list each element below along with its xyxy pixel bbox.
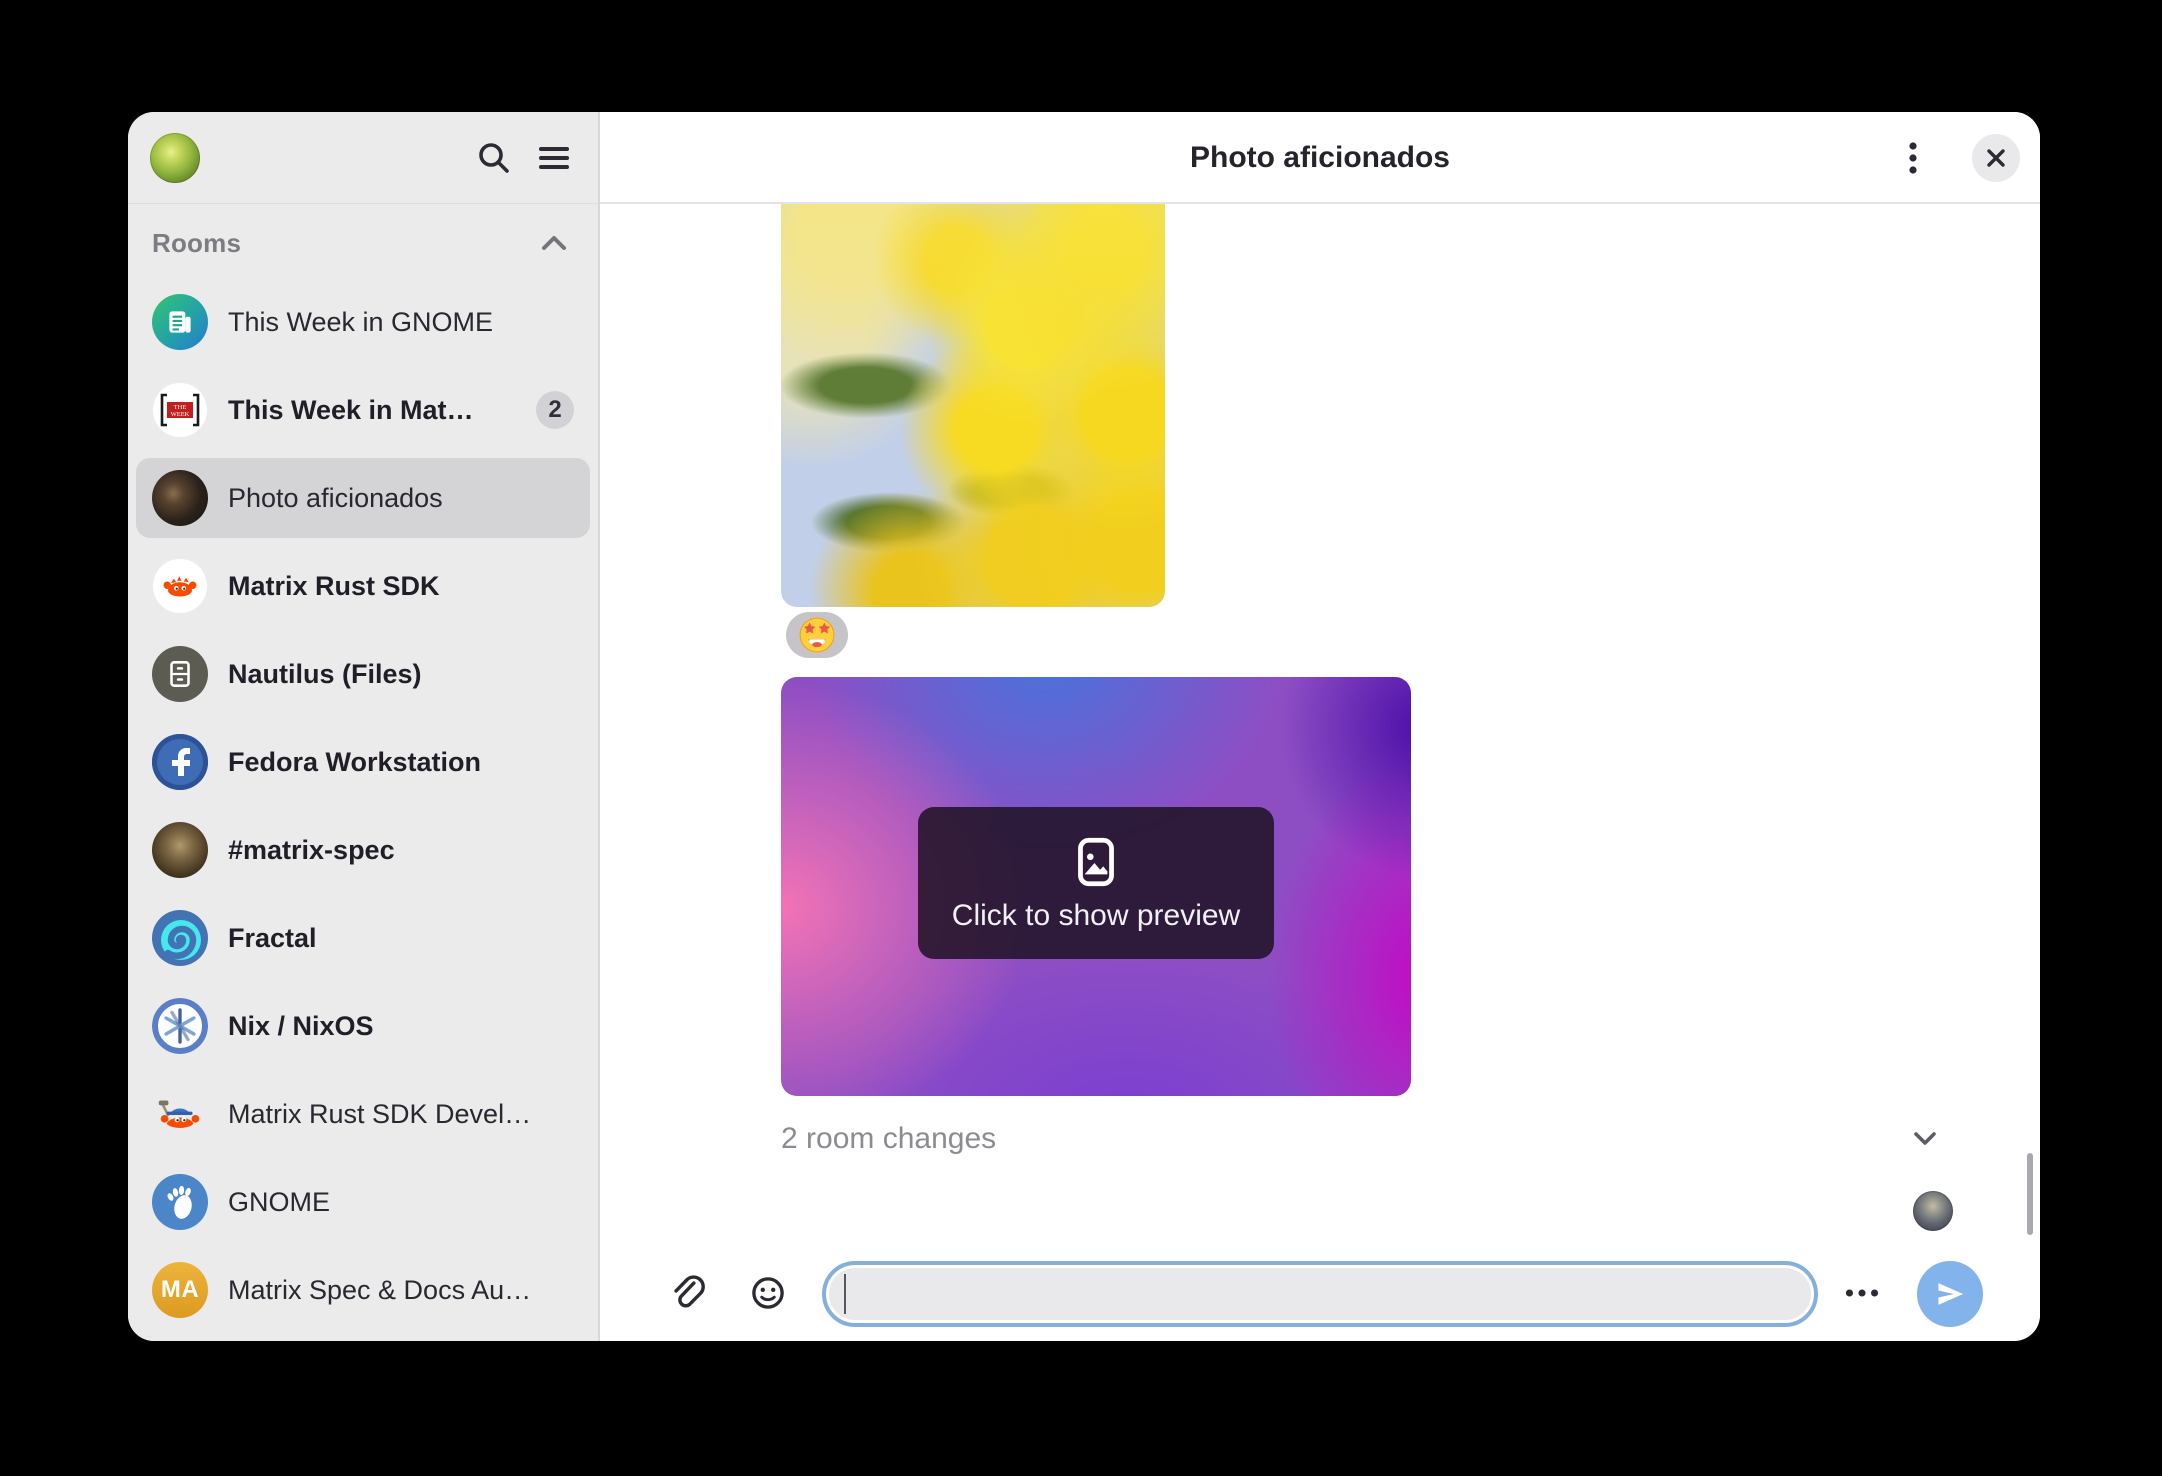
- show-preview-button[interactable]: Click to show preview: [918, 807, 1274, 959]
- smiley-icon: [745, 1270, 791, 1316]
- svg-text:WEEK: WEEK: [171, 411, 190, 418]
- timeline-scrollbar-thumb[interactable]: [2027, 1153, 2033, 1235]
- room-avatar-photo-aficionados: [152, 470, 208, 526]
- sidebar-item-matrix-rust-sdk[interactable]: Matrix Rust SDK: [136, 546, 590, 626]
- room-name: This Week in Mat…: [228, 395, 516, 426]
- text-cursor: [844, 1274, 846, 1314]
- sidebar: Rooms This Week in GNOME THEWEEK This: [128, 112, 600, 1341]
- rooms-section-header[interactable]: Rooms: [128, 204, 598, 282]
- room-list: This Week in GNOME THEWEEK This Week in …: [128, 282, 598, 1341]
- room-name: Fractal: [228, 923, 574, 954]
- chevron-up-icon: [532, 221, 576, 265]
- more-options-button[interactable]: [1840, 1271, 1884, 1315]
- reaction-pill[interactable]: [786, 612, 848, 658]
- room-avatar-gnome-foot: [152, 1174, 208, 1230]
- image-placeholder-icon: [1067, 833, 1125, 891]
- paperclip-icon: [663, 1270, 709, 1316]
- room-avatar-ferris-crab: [152, 558, 208, 614]
- sidebar-header: [128, 112, 598, 204]
- room-avatar-file-cabinet: [152, 646, 208, 702]
- sidebar-item-matrix-rust-sdk-developers[interactable]: Matrix Rust SDK Devel…: [136, 1074, 590, 1154]
- room-name: Matrix Rust SDK: [228, 571, 574, 602]
- hamburger-menu-icon: [532, 136, 576, 180]
- send-message-button[interactable]: [1917, 1261, 1983, 1327]
- room-menu-button[interactable]: [1891, 136, 1935, 180]
- fractal-app-window: Rooms This Week in GNOME THEWEEK This: [128, 112, 2040, 1341]
- kebab-menu-icon: [1891, 136, 1935, 180]
- room-name: This Week in GNOME: [228, 307, 574, 338]
- room-name: GNOME: [228, 1187, 574, 1218]
- sidebar-item-matrix-spec-docs[interactable]: MA Matrix Spec & Docs Au…: [136, 1250, 590, 1330]
- room-name: Fedora Workstation: [228, 747, 574, 778]
- chevron-down-icon: [1903, 1116, 1947, 1160]
- sidebar-item-fedora-workstation[interactable]: Fedora Workstation: [136, 722, 590, 802]
- message-composer: [600, 1261, 2040, 1327]
- room-name: Nix / NixOS: [228, 1011, 574, 1042]
- room-avatar-fedora-logo: [152, 734, 208, 790]
- svg-text:THE: THE: [174, 404, 187, 411]
- room-avatar-fractal-spiral: [152, 910, 208, 966]
- chat-panel: Photo aficionados: [600, 112, 2040, 1341]
- sidebar-item-nix-nixos[interactable]: Nix / NixOS: [136, 986, 590, 1066]
- blurred-media-preview-card[interactable]: Click to show preview: [781, 677, 1411, 1096]
- sidebar-item-gnome[interactable]: GNOME: [136, 1162, 590, 1242]
- room-name: Nautilus (Files): [228, 659, 574, 690]
- sidebar-item-this-week-in-matrix[interactable]: THEWEEK This Week in Mat… 2: [136, 370, 590, 450]
- close-window-button[interactable]: [1972, 134, 2020, 182]
- search-icon: [472, 136, 516, 180]
- sidebar-item-matrix-spec[interactable]: #matrix-spec: [136, 810, 590, 890]
- room-changes-summary: 2 room changes: [781, 1119, 996, 1159]
- chat-header: Photo aficionados: [600, 112, 2040, 204]
- room-avatar-ma-initials: MA: [152, 1262, 208, 1318]
- room-name: #matrix-spec: [228, 835, 574, 866]
- ellipsis-icon: [1839, 1270, 1885, 1316]
- emoji-picker-button[interactable]: [746, 1271, 790, 1315]
- room-name: Matrix Spec & Docs Au…: [228, 1275, 574, 1306]
- room-name: Matrix Rust SDK Devel…: [228, 1099, 574, 1130]
- rooms-section-label: Rooms: [152, 228, 241, 259]
- user-account-avatar[interactable]: [150, 133, 200, 183]
- sidebar-item-photo-aficionados[interactable]: Photo aficionados: [136, 458, 590, 538]
- unread-count-badge: 2: [536, 391, 574, 429]
- room-avatar-nix-snowflake: [152, 998, 208, 1054]
- sidebar-item-this-week-in-gnome[interactable]: This Week in GNOME: [136, 282, 590, 362]
- attach-file-button[interactable]: [664, 1271, 708, 1315]
- room-avatar-matrix-spec-photo: [152, 822, 208, 878]
- desktop-background: Rooms This Week in GNOME THEWEEK This: [0, 0, 2162, 1476]
- main-menu-button[interactable]: [532, 136, 576, 180]
- room-name: Photo aficionados: [228, 483, 574, 514]
- send-paper-plane-icon: [1933, 1277, 1967, 1311]
- room-title: Photo aficionados: [600, 112, 2040, 204]
- avatar-initials: MA: [161, 1276, 199, 1304]
- sidebar-item-fractal[interactable]: Fractal: [136, 898, 590, 978]
- message-input[interactable]: [822, 1261, 1818, 1327]
- show-preview-label: Click to show preview: [952, 899, 1240, 933]
- read-receipt-avatar: [1913, 1191, 1953, 1231]
- expand-room-changes-button[interactable]: [1903, 1116, 1947, 1160]
- star-struck-emoji-icon: [798, 616, 836, 654]
- sidebar-item-nautilus-files[interactable]: Nautilus (Files): [136, 634, 590, 714]
- image-message-mimosa-flowers[interactable]: [781, 204, 1165, 607]
- room-avatar-twig-newspaper: [152, 294, 208, 350]
- room-avatar-the-week: THEWEEK: [152, 382, 208, 438]
- search-button[interactable]: [472, 136, 516, 180]
- close-icon: [1981, 143, 2011, 173]
- room-avatar-ferris-builder: [152, 1086, 208, 1142]
